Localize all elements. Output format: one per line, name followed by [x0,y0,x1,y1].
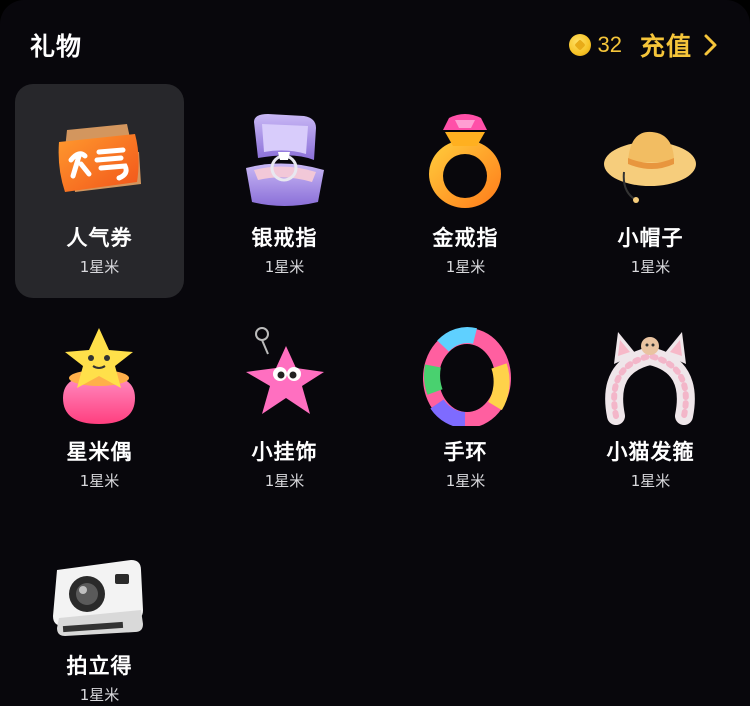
gift-name: 小挂饰 [251,440,318,464]
gift-name: 金戒指 [432,226,499,250]
recharge-button[interactable]: 充值 [640,27,722,63]
gift-item-gold-ring[interactable]: 金戒指 1星米 [381,84,550,298]
gift-item-instant-camera[interactable]: 拍立得 1星米 [15,512,184,706]
gift-item-bracelet[interactable]: 手环 1星米 [381,298,550,512]
gift-name: 手环 [443,440,488,464]
gift-price: 1星米 [445,258,486,276]
gift-name: 银戒指 [251,226,318,250]
gift-panel-header: 礼物 32 充值 [0,0,750,90]
gift-item-popularity-ticket[interactable]: 人气券 1星米 [15,84,184,298]
gift-price: 1星米 [264,472,305,490]
gift-price: 1星米 [630,258,671,276]
gift-item-silver-ring[interactable]: 银戒指 1星米 [200,84,369,298]
gift-price: 1星米 [79,258,120,276]
star-doll-icon [63,328,135,424]
gift-name: 星米偶 [66,440,133,464]
gift-price: 1星米 [79,472,120,490]
instant-camera-icon [53,560,143,636]
balance-amount: 32 [597,32,622,57]
cat-headband-icon [605,332,695,425]
panel-title: 礼物 [30,32,83,61]
recharge-label: 充值 [639,32,692,61]
gift-price: 1星米 [445,472,486,490]
gift-price: 1星米 [264,258,305,276]
gift-name: 小猫发箍 [606,440,695,464]
gift-name: 人气券 [66,226,133,250]
star-charm-icon [246,327,324,414]
gift-item-star-charm[interactable]: 小挂饰 1星米 [200,298,369,512]
coin-balance: 32 [568,32,622,58]
bracelet-icon [423,327,511,426]
small-hat-icon [604,131,696,203]
gift-name: 小帽子 [617,226,684,250]
silver-ring-icon [246,114,324,206]
gift-item-star-doll[interactable]: 星米偶 1星米 [15,298,184,512]
gift-item-small-hat[interactable]: 小帽子 1星米 [566,84,735,298]
gift-panel: 礼物 32 充值 人气券 1星米 银戒指 1星米 金戒指 1星米 小帽子 1星米… [0,0,750,706]
coin-icon [568,34,591,56]
gift-name: 拍立得 [66,654,133,678]
gift-item-cat-headband[interactable]: 小猫发箍 1星米 [566,298,735,512]
popularity-ticket-icon [58,124,141,192]
gift-price: 1星米 [630,472,671,490]
gift-price: 1星米 [79,686,120,704]
chevron-right-icon [704,34,717,56]
gold-ring-icon [429,114,501,208]
